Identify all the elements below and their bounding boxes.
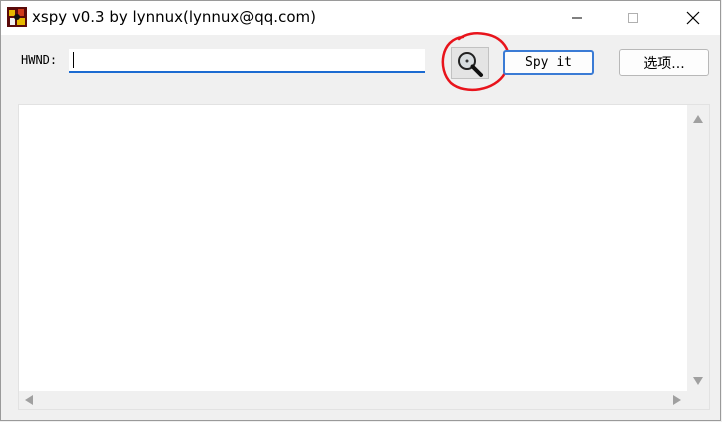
scroll-right-arrow-icon[interactable] [673, 395, 681, 405]
text-caret [73, 52, 74, 68]
xspy-app-icon [7, 7, 27, 27]
spy-it-button[interactable]: Spy it [503, 50, 594, 75]
options-button[interactable]: 选项... [619, 49, 709, 76]
output-text-area[interactable] [18, 104, 710, 410]
scroll-down-arrow-icon[interactable] [693, 377, 703, 385]
scroll-up-arrow-icon[interactable] [693, 115, 703, 123]
minimize-icon [572, 17, 582, 19]
window-title: xspy v0.3 by lynnux(lynnux@qq.com) [32, 8, 316, 26]
close-icon [686, 11, 700, 25]
maximize-button[interactable] [607, 1, 659, 35]
vertical-scrollbar[interactable] [687, 105, 709, 392]
close-button[interactable] [667, 1, 719, 35]
hwnd-input[interactable] [69, 49, 425, 73]
scrollbar-corner [687, 391, 709, 409]
scroll-left-arrow-icon[interactable] [25, 395, 33, 405]
minimize-button[interactable] [551, 1, 603, 35]
title-bar[interactable]: xspy v0.3 by lynnux(lynnux@qq.com) [1, 1, 720, 35]
maximize-icon [628, 13, 638, 23]
xspy-window: xspy v0.3 by lynnux(lynnux@qq.com) HWND: [0, 0, 721, 421]
window-finder-tool[interactable] [451, 47, 489, 79]
horizontal-scrollbar[interactable] [19, 391, 687, 409]
hwnd-label: HWND: [21, 53, 58, 67]
magnifier-finder-icon [458, 52, 483, 77]
